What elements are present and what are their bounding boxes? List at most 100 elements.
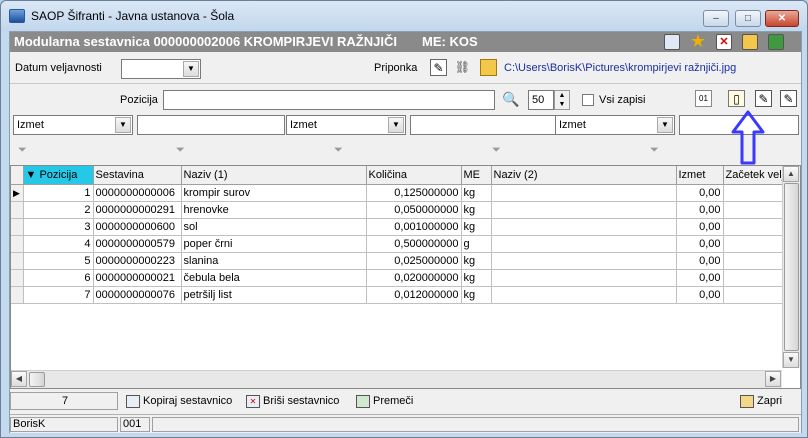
cell-zacetek[interactable] xyxy=(723,269,788,287)
column-header-me[interactable]: ME xyxy=(461,166,492,185)
chevron-down-icon[interactable]: ▼ xyxy=(388,117,404,133)
cell-izmet[interactable]: 0,00 xyxy=(676,184,724,202)
filter-icon[interactable]: ⏷ xyxy=(334,143,348,157)
table-row[interactable]: 2 0000000000291 hrenovke 0,050000000 kg 0,00 xyxy=(11,201,788,219)
unlink-icon[interactable]: ⛓ xyxy=(454,59,471,76)
count-input[interactable]: 50 xyxy=(528,90,554,110)
list-icon[interactable] xyxy=(664,34,680,50)
cell-sestavina[interactable]: 0000000000006 xyxy=(93,184,182,202)
filter-select-2[interactable]: Izmet ▼ xyxy=(286,115,406,135)
cell-izmet[interactable]: 0,00 xyxy=(676,269,724,287)
cell-me[interactable]: g xyxy=(461,235,492,253)
attachment-link[interactable]: C:\Users\BorisK\Pictures\krompirjevi raž… xyxy=(504,62,736,74)
cell-sestavina[interactable]: 0000000000021 xyxy=(93,269,182,287)
table-row[interactable]: 6 0000000000021 čebula bela 0,020000000 kg 0,… xyxy=(11,269,788,287)
close-form-button[interactable]: Zapri xyxy=(740,392,782,410)
scroll-left-button[interactable]: ◀ xyxy=(11,371,27,387)
cell-izmet[interactable]: 0,00 xyxy=(676,286,724,304)
cell-sestavina[interactable]: 0000000000076 xyxy=(93,286,182,304)
cell-kolicina[interactable]: 0,012000000 xyxy=(366,286,462,304)
export-icon[interactable] xyxy=(768,34,784,50)
cell-naziv1[interactable]: krompir surov xyxy=(181,184,367,202)
cell-naziv2[interactable] xyxy=(491,286,677,304)
cell-kolicina[interactable]: 0,500000000 xyxy=(366,235,462,253)
cell-kolicina[interactable]: 0,050000000 xyxy=(366,201,462,219)
datum-field[interactable]: ▼ xyxy=(121,59,201,79)
cell-me[interactable]: kg xyxy=(461,286,492,304)
edit-icon[interactable]: ✎ xyxy=(430,59,447,76)
table-row[interactable]: 4 0000000000579 poper črni 0,500000000 g 0,00 xyxy=(11,235,788,253)
cell-naziv1[interactable]: petršilj list xyxy=(181,286,367,304)
cell-zacetek[interactable] xyxy=(723,218,788,236)
chevron-down-icon[interactable]: ▼ xyxy=(657,117,673,133)
cell-izmet[interactable]: 0,00 xyxy=(676,235,724,253)
table-row[interactable]: ▶ 1 0000000000006 krompir surov 0,125000000 k… xyxy=(11,184,788,202)
filter-text-1[interactable] xyxy=(137,115,285,135)
cell-kolicina[interactable]: 0,001000000 xyxy=(366,218,462,236)
count-spinner[interactable]: ▲ ▼ xyxy=(554,90,570,110)
filter-icon[interactable]: ⏷ xyxy=(492,143,506,157)
cell-zacetek[interactable] xyxy=(723,286,788,304)
cell-pozicija[interactable]: 1 xyxy=(23,184,94,202)
cell-sestavina[interactable]: 0000000000579 xyxy=(93,235,182,253)
cell-naziv2[interactable] xyxy=(491,201,677,219)
cell-pozicija[interactable]: 3 xyxy=(23,218,94,236)
column-header-izmet[interactable]: Izmet xyxy=(676,166,724,185)
cell-sestavina[interactable]: 0000000000223 xyxy=(93,252,182,270)
scroll-down-button[interactable]: ▼ xyxy=(783,352,799,368)
table-row[interactable]: 3 0000000000600 sol 0,001000000 kg 0,00 xyxy=(11,218,788,236)
cell-naziv2[interactable] xyxy=(491,235,677,253)
maximize-button[interactable]: □ xyxy=(735,10,761,27)
cell-naziv2[interactable] xyxy=(491,184,677,202)
cell-izmet[interactable]: 0,00 xyxy=(676,252,724,270)
cell-naziv1[interactable]: sol xyxy=(181,218,367,236)
column-header-kolicina[interactable]: Količina xyxy=(366,166,462,185)
cell-kolicina[interactable]: 0,125000000 xyxy=(366,184,462,202)
column-header-sestavina[interactable]: Sestavina xyxy=(93,166,182,185)
cell-naziv2[interactable] xyxy=(491,252,677,270)
copy-bom-button[interactable]: Kopiraj sestavnico xyxy=(126,392,232,410)
folder-save-icon[interactable] xyxy=(742,34,758,50)
cell-zacetek[interactable] xyxy=(723,235,788,253)
cell-me[interactable]: kg xyxy=(461,269,492,287)
cell-pozicija[interactable]: 2 xyxy=(23,201,94,219)
table-row[interactable]: 7 0000000000076 petršilj list 0,012000000 kg… xyxy=(11,286,788,304)
column-header-zacetek[interactable]: Začetek velj xyxy=(723,166,788,185)
column-header-pozicija[interactable]: ▼ Pozicija xyxy=(23,166,94,185)
cell-zacetek[interactable] xyxy=(723,201,788,219)
cell-pozicija[interactable]: 6 xyxy=(23,269,94,287)
cell-kolicina[interactable]: 0,025000000 xyxy=(366,252,462,270)
shuffle-button[interactable]: Premeči xyxy=(356,392,413,410)
new-document-icon[interactable]: ▯ xyxy=(728,90,745,107)
vertical-scrollbar[interactable]: ▲ ▼ xyxy=(782,166,800,368)
cell-sestavina[interactable]: 0000000000600 xyxy=(93,218,182,236)
cell-sestavina[interactable]: 0000000000291 xyxy=(93,201,182,219)
column-header-naziv2[interactable]: Naziv (2) xyxy=(491,166,677,185)
edit-document-icon[interactable]: ✎ xyxy=(755,90,772,107)
filter-icon[interactable]: ⏷ xyxy=(176,143,190,157)
scroll-right-button[interactable]: ▶ xyxy=(765,371,781,387)
components-grid[interactable]: ▼ Pozicija Sestavina Naziv (1) Količina … xyxy=(10,165,801,389)
open-folder-icon[interactable] xyxy=(480,59,497,76)
close-button[interactable]: ✕ xyxy=(765,10,799,27)
chevron-down-icon[interactable]: ▼ xyxy=(115,117,131,133)
search-icon[interactable]: 🔍 xyxy=(502,91,519,108)
cell-me[interactable]: kg xyxy=(461,252,492,270)
filter-text-2[interactable] xyxy=(410,115,558,135)
cell-naziv2[interactable] xyxy=(491,218,677,236)
cell-pozicija[interactable]: 4 xyxy=(23,235,94,253)
filter-select-3[interactable]: Izmet ▼ xyxy=(555,115,675,135)
filter-select-1[interactable]: Izmet ▼ xyxy=(13,115,133,135)
cell-me[interactable]: kg xyxy=(461,201,492,219)
cell-pozicija[interactable]: 5 xyxy=(23,252,94,270)
cell-me[interactable]: kg xyxy=(461,184,492,202)
horizontal-scrollbar[interactable]: ◀ ▶ xyxy=(11,370,782,388)
filter-icon[interactable]: ⏷ xyxy=(650,143,664,157)
cell-pozicija[interactable]: 7 xyxy=(23,286,94,304)
pozicija-input[interactable] xyxy=(163,90,495,110)
cell-naziv1[interactable]: slanina xyxy=(181,252,367,270)
cell-me[interactable]: kg xyxy=(461,218,492,236)
edit-multi-icon[interactable]: ✎ xyxy=(780,90,797,107)
star-icon[interactable]: ★ xyxy=(690,34,706,50)
scroll-thumb[interactable] xyxy=(784,183,799,351)
